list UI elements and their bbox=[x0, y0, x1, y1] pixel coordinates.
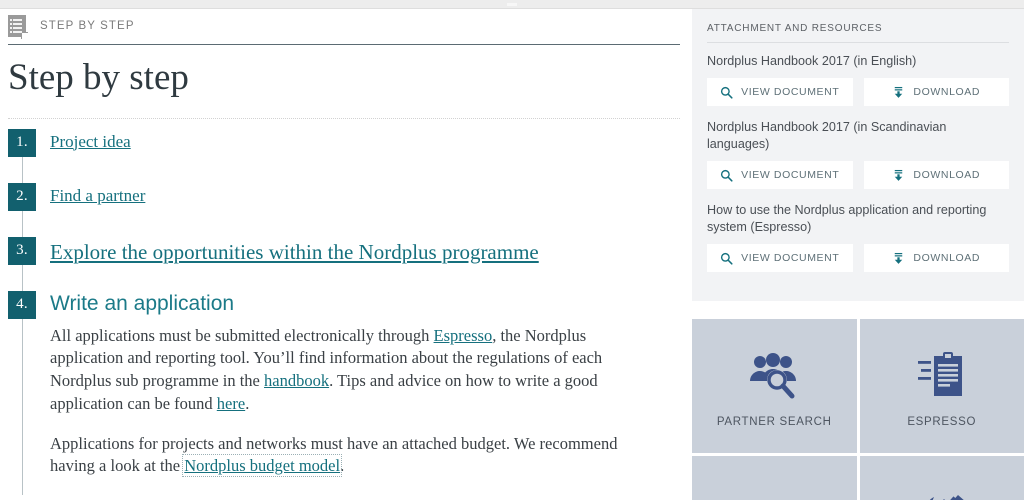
step-4-paragraphs: All applications must be submitted elect… bbox=[50, 319, 660, 496]
attachments-panel-divider bbox=[707, 42, 1009, 43]
step-badge-4: 4. bbox=[8, 290, 36, 319]
download-button[interactable]: DOWNLOAD bbox=[863, 78, 1009, 106]
step-link-explore-opportunities[interactable]: Explore the opportunities within the Nor… bbox=[50, 237, 539, 265]
resource-title: How to use the Nordplus application and … bbox=[707, 203, 987, 234]
download-label: DOWNLOAD bbox=[913, 252, 981, 264]
sidebar: ATTACHMENT AND RESOURCES Nordplus Handbo… bbox=[692, 9, 1024, 500]
main-content: STEP BY STEP Step by step 1. Project ide… bbox=[0, 9, 690, 500]
step-badge-2: 2. bbox=[8, 182, 36, 211]
view-document-button[interactable]: VIEW DOCUMENT bbox=[707, 244, 853, 272]
step-item-4: 4. Write an application bbox=[8, 290, 676, 319]
download-button[interactable]: DOWNLOAD bbox=[863, 161, 1009, 189]
step-item-2[interactable]: 2. Find a partner bbox=[8, 182, 676, 211]
search-icon bbox=[720, 169, 733, 182]
view-document-label: VIEW DOCUMENT bbox=[741, 86, 840, 98]
resource-actions: VIEW DOCUMENT DOWNLOAD bbox=[707, 244, 1009, 272]
resource-actions: VIEW DOCUMENT DOWNLOAD bbox=[707, 161, 1009, 189]
search-icon bbox=[720, 252, 733, 265]
step-link-project-idea[interactable]: Project idea bbox=[50, 129, 131, 152]
document-search-icon bbox=[746, 487, 802, 500]
step-heading-write-an-application: Write an application bbox=[50, 291, 235, 315]
tile-partner-search[interactable]: PARTNER SEARCH bbox=[692, 319, 857, 453]
step-item-3[interactable]: 3. Explore the opportunities within the … bbox=[8, 236, 676, 265]
link-here[interactable]: here bbox=[217, 394, 245, 413]
download-label: DOWNLOAD bbox=[913, 86, 981, 98]
browser-top-bar bbox=[0, 0, 1024, 9]
attachments-panel: ATTACHMENT AND RESOURCES Nordplus Handbo… bbox=[692, 9, 1024, 301]
download-icon bbox=[892, 86, 905, 99]
resource-title: Nordplus Handbook 2017 (in English) bbox=[707, 54, 917, 68]
resource-item: How to use the Nordplus application and … bbox=[707, 202, 1009, 272]
resource-item: Nordplus Handbook 2017 (in English) VIEW… bbox=[707, 53, 1009, 106]
resource-title: Nordplus Handbook 2017 (in Scandinavian … bbox=[707, 120, 947, 151]
view-document-label: VIEW DOCUMENT bbox=[741, 252, 840, 264]
link-handbook[interactable]: handbook bbox=[264, 371, 329, 390]
step-connector-2 bbox=[8, 210, 36, 237]
breadcrumb-label: STEP BY STEP bbox=[40, 20, 135, 32]
step-link-find-a-partner[interactable]: Find a partner bbox=[50, 183, 145, 206]
step-badge-3: 3. bbox=[8, 236, 36, 265]
paragraph-1: All applications must be submitted elect… bbox=[50, 325, 660, 416]
tile-label-partner-search: PARTNER SEARCH bbox=[716, 416, 832, 428]
link-nordplus-budget-model[interactable]: Nordplus budget model bbox=[182, 454, 343, 478]
clipboard-icon bbox=[914, 344, 970, 406]
resource-actions: VIEW DOCUMENT DOWNLOAD bbox=[707, 78, 1009, 106]
paragraph-2: Applications for projects and networks m… bbox=[50, 433, 660, 479]
view-document-label: VIEW DOCUMENT bbox=[741, 169, 840, 181]
paragraph-1-text-a: All applications must be submitted elect… bbox=[50, 325, 434, 345]
link-espresso[interactable]: Espresso bbox=[434, 326, 493, 345]
tile-label-espresso: ESPRESSO bbox=[907, 416, 977, 428]
step-badge-1: 1. bbox=[8, 128, 36, 157]
step-connector-3 bbox=[8, 264, 36, 291]
download-button[interactable]: DOWNLOAD bbox=[863, 244, 1009, 272]
view-document-button[interactable]: VIEW DOCUMENT bbox=[707, 161, 853, 189]
download-icon bbox=[892, 252, 905, 265]
download-icon bbox=[892, 169, 905, 182]
tile-document-search[interactable] bbox=[692, 456, 857, 500]
step-connector-4 bbox=[8, 318, 36, 496]
title-dotted-divider bbox=[8, 117, 680, 119]
view-document-button[interactable]: VIEW DOCUMENT bbox=[707, 78, 853, 106]
document-icon bbox=[8, 14, 28, 39]
page-root: STEP BY STEP Step by step 1. Project ide… bbox=[0, 0, 1024, 500]
paragraph-1-text-d: . bbox=[245, 393, 250, 413]
step-connector-1 bbox=[8, 156, 36, 183]
quick-links-tiles: PARTNER SEARCH ESPRESSO bbox=[692, 319, 1024, 500]
step-item-1[interactable]: 1. Project idea bbox=[8, 128, 676, 157]
tile-espresso[interactable]: ESPRESSO bbox=[859, 319, 1024, 453]
steps-list: 1. Project idea 2. Find a partner 3. Exp… bbox=[4, 128, 676, 496]
attachments-panel-title: ATTACHMENT AND RESOURCES bbox=[707, 23, 883, 34]
tile-tools[interactable] bbox=[859, 456, 1024, 500]
tools-icon bbox=[914, 487, 970, 500]
header-divider bbox=[8, 44, 680, 45]
step-4-body: All applications must be submitted elect… bbox=[8, 318, 676, 496]
people-search-icon bbox=[746, 344, 802, 406]
breadcrumb: STEP BY STEP bbox=[4, 9, 676, 43]
paragraph-2-text-b: . bbox=[340, 456, 345, 476]
page-title: Step by step bbox=[8, 57, 189, 98]
download-label: DOWNLOAD bbox=[913, 169, 981, 181]
resource-item: Nordplus Handbook 2017 (in Scandinavian … bbox=[707, 119, 1009, 189]
top-bar-notch bbox=[507, 3, 517, 6]
search-icon bbox=[720, 86, 733, 99]
